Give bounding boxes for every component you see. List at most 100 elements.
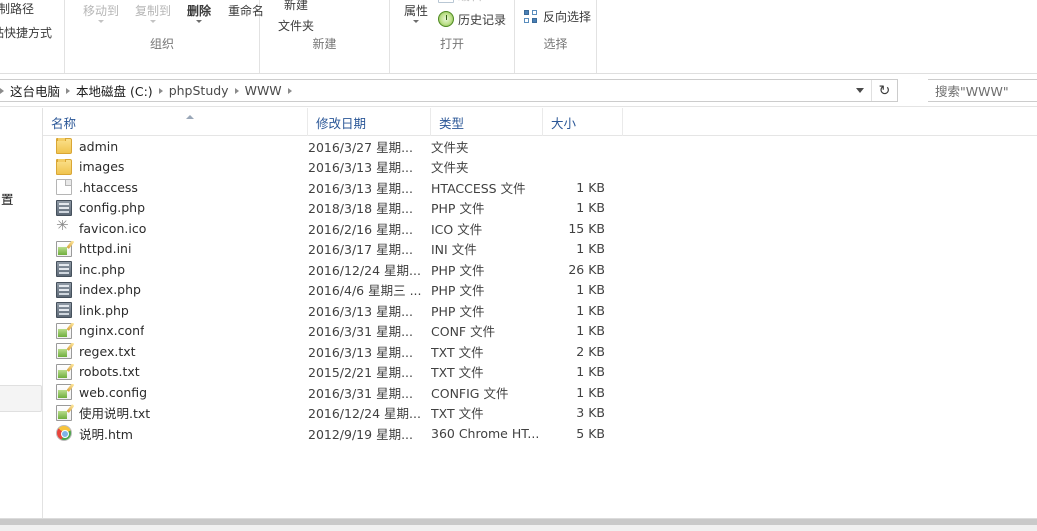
file-type-cell: 文件夹 (431, 139, 469, 155)
file-name-label: 使用说明.txt (79, 406, 151, 422)
file-type-cell: PHP 文件 (431, 201, 485, 217)
file-name-label: link.php (79, 302, 129, 318)
file-name-cell[interactable]: .htaccess (56, 179, 138, 196)
breadcrumb-item-0[interactable]: 这台电脑 (7, 79, 63, 102)
new-folder-button[interactable]: 新建 文件夹 (266, 0, 326, 37)
column-header-size[interactable]: 大小 (543, 108, 623, 136)
table-row[interactable]: 使用说明.txt 2016/12/24 星期... TXT 文件 3 KB (43, 403, 1037, 424)
table-row[interactable]: nginx.conf 2016/3/31 星期... CONF 文件 1 KB (43, 321, 1037, 342)
file-size-cell: 2 KB (576, 343, 605, 359)
column-header-type-label: 类型 (439, 115, 465, 131)
sidebar-item-label: 置 (1, 191, 14, 207)
properties-button[interactable]: 属性 (398, 4, 434, 23)
ribbon-group-new-title: 新建 (312, 37, 337, 51)
file-name-cell[interactable]: nginx.conf (56, 322, 144, 339)
file-size-cell: 3 KB (576, 405, 605, 421)
table-row[interactable]: inc.php 2016/12/24 星期... PHP 文件 26 KB (43, 259, 1037, 280)
breadcrumb-separator-icon (66, 87, 71, 94)
breadcrumb[interactable]: 这台电脑 本地磁盘 (C:) phpStudy WWW (0, 79, 849, 102)
history-button[interactable]: 历史记录 (438, 11, 506, 28)
history-icon (438, 11, 454, 27)
table-row[interactable]: web.config 2016/3/31 星期... CONFIG 文件 1 KB (43, 382, 1037, 403)
text-file-icon (56, 240, 72, 257)
file-name-label: regex.txt (79, 343, 136, 359)
file-size-cell: 1 KB (576, 282, 605, 298)
table-row[interactable]: .htaccess 2016/3/13 星期... HTACCESS 文件 1 KB (43, 177, 1037, 198)
file-name-cell[interactable]: httpd.ini (56, 240, 131, 257)
breadcrumb-item-1[interactable]: 本地磁盘 (C:) (73, 79, 156, 102)
file-date-cell: 2016/12/24 星期... (308, 406, 421, 422)
table-row[interactable]: 说明.htm 2012/9/19 星期... 360 Chrome HT... 5 K… (43, 423, 1037, 444)
file-date-cell: 2016/3/31 星期... (308, 324, 413, 340)
invert-selection-button[interactable]: 反向选择 (523, 8, 591, 25)
select-all-button[interactable]: 全部选择 (523, 0, 591, 1)
file-name-cell[interactable]: robots.txt (56, 363, 140, 380)
rename-label: 重命名 (227, 4, 264, 18)
chrome-file-icon (56, 425, 72, 442)
ribbon-group-open-title: 打开 (439, 37, 464, 51)
column-header-name[interactable]: 名称 (43, 108, 308, 136)
copy-path-button[interactable]: 制路径 (0, 2, 34, 17)
folder-icon (56, 138, 72, 155)
table-row[interactable]: httpd.ini 2016/3/17 星期... INI 文件 1 KB (43, 239, 1037, 260)
table-row[interactable]: link.php 2016/3/13 星期... PHP 文件 1 KB (43, 300, 1037, 321)
table-row[interactable]: index.php 2016/4/6 星期三 ... PHP 文件 1 KB (43, 280, 1037, 301)
paste-shortcut-label: 贴快捷方式 (0, 26, 53, 40)
text-file-icon (56, 384, 72, 401)
edit-label: 编辑 (458, 0, 482, 3)
text-file-icon (56, 363, 72, 380)
sort-ascending-icon (186, 115, 194, 119)
chevron-down-icon (150, 20, 156, 23)
table-row[interactable]: images 2016/3/13 星期... 文件夹 (43, 157, 1037, 178)
php-file-icon (56, 302, 72, 319)
file-date-cell: 2016/3/27 星期... (308, 139, 413, 155)
file-name-label: .htaccess (79, 179, 138, 195)
ribbon-group-open: 属性 编辑 历史记录 打开 (390, 0, 515, 73)
table-row[interactable]: config.php 2018/3/18 星期... PHP 文件 1 KB (43, 198, 1037, 219)
file-name-cell[interactable]: index.php (56, 281, 141, 298)
file-date-cell: 2012/9/19 星期... (308, 426, 413, 442)
file-type-cell: TXT 文件 (431, 406, 484, 422)
horizontal-scrollbar[interactable] (0, 519, 1037, 525)
file-type-cell: CONF 文件 (431, 324, 496, 340)
search-input[interactable]: 搜索"WWW" (928, 79, 1037, 102)
table-row[interactable]: favicon.ico 2016/2/16 星期... ICO 文件 15 KB (43, 218, 1037, 239)
address-field[interactable]: 这台电脑 本地磁盘 (C:) phpStudy WWW ↻ (0, 79, 898, 102)
file-name-cell[interactable]: regex.txt (56, 343, 136, 360)
file-name-cell[interactable]: inc.php (56, 261, 125, 278)
column-header-type[interactable]: 类型 (431, 108, 543, 136)
table-row[interactable]: robots.txt 2015/2/21 星期... TXT 文件 1 KB (43, 362, 1037, 383)
ribbon-toolbar: 制路径 贴快捷方式 移动到 复制到 删除 (0, 0, 1037, 74)
copy-to-button[interactable]: 复制到 (127, 4, 179, 23)
delete-button[interactable]: 删除 (178, 4, 220, 23)
file-name-label: admin (79, 138, 119, 154)
breadcrumb-item-3[interactable]: WWW (242, 81, 285, 100)
file-name-cell[interactable]: favicon.ico (56, 220, 146, 236)
move-to-button[interactable]: 移动到 (75, 4, 127, 23)
edit-button[interactable]: 编辑 (438, 0, 482, 4)
file-size-cell: 5 KB (576, 425, 605, 441)
paste-shortcut-button[interactable]: 贴快捷方式 (0, 26, 52, 41)
navigation-pane: 置 (0, 108, 43, 518)
file-name-cell[interactable]: link.php (56, 302, 129, 319)
sidebar-highlight-box[interactable] (0, 385, 42, 412)
text-file-icon (56, 322, 72, 339)
address-dropdown-icon[interactable] (849, 80, 871, 101)
breadcrumb-item-2[interactable]: phpStudy (166, 81, 232, 100)
sidebar-item-config[interactable]: 置 (0, 188, 42, 208)
file-name-cell[interactable]: 使用说明.txt (56, 403, 150, 422)
table-row[interactable]: admin 2016/3/27 星期... 文件夹 (43, 136, 1037, 157)
file-name-cell[interactable]: web.config (56, 384, 147, 401)
refresh-icon[interactable]: ↻ (871, 80, 897, 101)
file-explorer-window: 制路径 贴快捷方式 移动到 复制到 删除 (0, 0, 1037, 531)
file-name-cell[interactable]: config.php (56, 199, 145, 216)
file-name-cell[interactable]: admin (56, 138, 119, 155)
file-name-cell[interactable]: 说明.htm (56, 424, 133, 443)
file-size-cell: 1 KB (576, 241, 605, 257)
file-type-cell: ICO 文件 (431, 221, 483, 237)
file-name-cell[interactable]: images (56, 158, 124, 175)
column-header-date[interactable]: 修改日期 (308, 108, 431, 136)
file-date-cell: 2016/3/13 星期... (308, 303, 413, 319)
breadcrumb-separator-icon (234, 87, 239, 94)
table-row[interactable]: regex.txt 2016/3/13 星期... TXT 文件 2 KB (43, 341, 1037, 362)
